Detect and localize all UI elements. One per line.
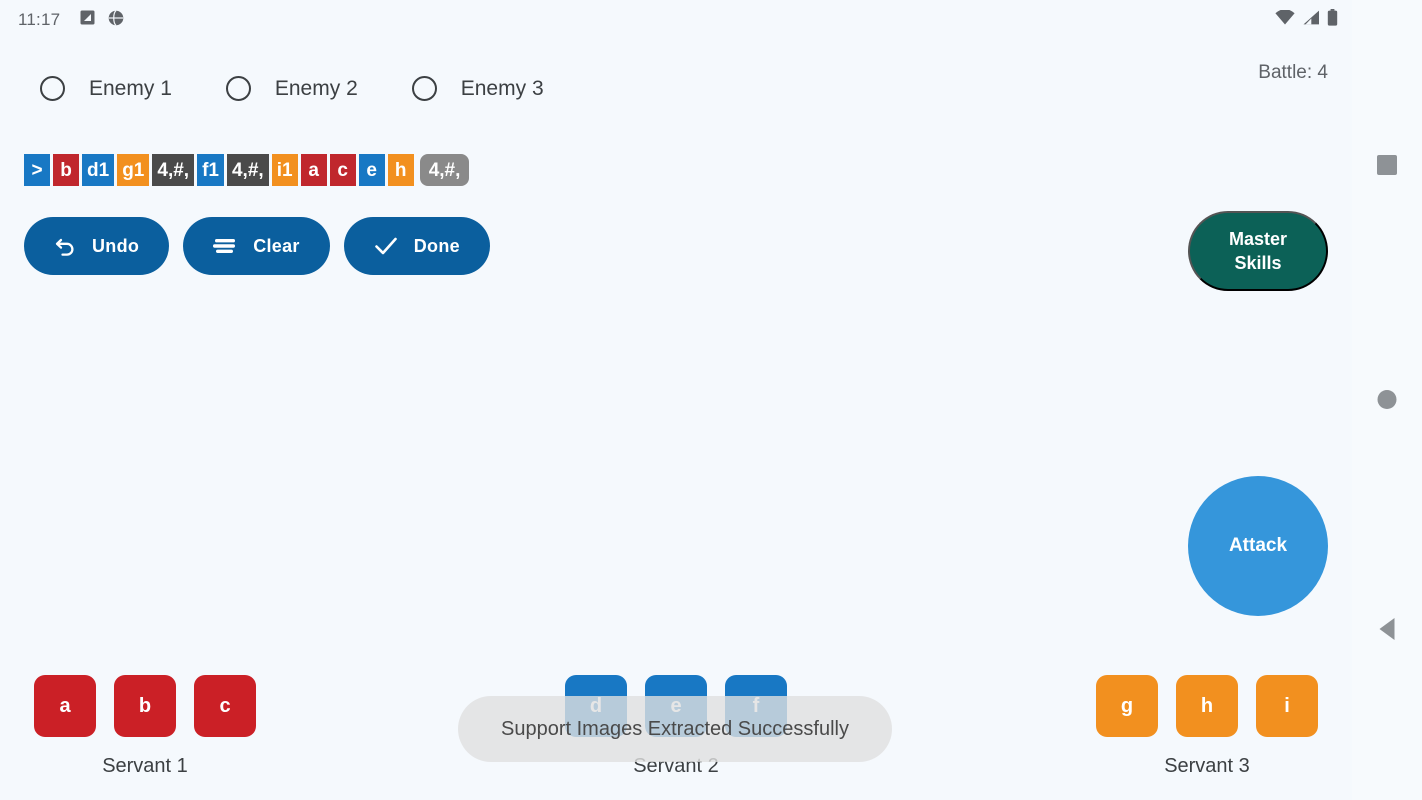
status-bar: 11:17	[0, 0, 1352, 40]
command-token[interactable]: g1	[117, 154, 150, 186]
command-token[interactable]: >	[24, 154, 50, 186]
servant-name-label: Servant 1	[102, 755, 188, 777]
toast-notification: Support Images Extracted Successfully	[458, 696, 892, 762]
enemy-label-1: Enemy 1	[89, 76, 172, 100]
cellular-signal-icon	[1302, 10, 1320, 30]
undo-icon	[54, 235, 76, 257]
attack-button-label: Attack	[1228, 535, 1288, 556]
command-card[interactable]: a	[34, 675, 96, 737]
enemy-option-2[interactable]: Enemy 2	[225, 76, 358, 101]
command-card[interactable]: h	[1176, 675, 1238, 737]
enemy-label-2: Enemy 2	[274, 76, 358, 100]
servant-card-row: abc	[34, 675, 256, 737]
master-skills-line-1: Master	[1228, 228, 1288, 249]
clear-button[interactable]: Clear	[183, 217, 330, 275]
enemy-label-3: Enemy 3	[460, 76, 544, 100]
enemy-option-3[interactable]: Enemy 3	[411, 76, 544, 101]
system-navigation-rail	[1352, 0, 1422, 800]
wifi-icon	[1275, 9, 1295, 30]
command-token[interactable]: f1	[197, 154, 224, 186]
enemy-option-1[interactable]: Enemy 1	[40, 76, 172, 101]
home-circle-icon[interactable]	[1377, 390, 1397, 409]
command-token[interactable]: h	[387, 154, 414, 186]
recents-square-icon[interactable]	[1377, 155, 1397, 175]
command-card[interactable]: c	[194, 675, 256, 737]
done-button[interactable]: Done	[343, 217, 490, 275]
battle-counter: Battle: 4	[1258, 62, 1328, 83]
undo-button[interactable]: Undo	[24, 217, 170, 275]
servant-group: g h i Servant 3	[1096, 675, 1318, 778]
servant-card-row: ghi	[1096, 675, 1318, 737]
enemy-selector: Enemy 1 Enemy 2 Enemy 3	[40, 76, 598, 101]
command-card[interactable]: g	[1096, 675, 1158, 737]
servant-group: a b c Servant 1	[34, 675, 256, 778]
command-token[interactable]: e	[358, 154, 385, 186]
back-triangle-icon[interactable]	[1379, 618, 1395, 640]
globe-icon	[108, 9, 124, 31]
command-card[interactable]: i	[1256, 675, 1318, 737]
command-token[interactable]: b	[53, 154, 79, 186]
attack-button[interactable]: Attack	[1188, 476, 1328, 616]
status-bar-notification-icons	[80, 9, 124, 31]
action-button-row: Undo Clear Done	[24, 217, 504, 275]
done-button-label: Done	[413, 235, 460, 256]
command-token-selected[interactable]: 4,#,	[419, 154, 470, 186]
clear-lines-icon	[213, 237, 237, 255]
command-token[interactable]: c	[329, 154, 356, 186]
command-token-list: > b d1 g1 4,#, f1 4,#, i1 a c e h 4,#,	[24, 154, 472, 186]
app-screen: 11:17 Enemy 1 Enemy 2 Enemy 3 Battle: 4 …	[0, 0, 1422, 800]
command-token[interactable]: 4,#,	[152, 154, 195, 186]
screenshot-icon	[80, 10, 95, 30]
master-skills-button[interactable]: Master Skills	[1188, 211, 1328, 291]
command-token[interactable]: d1	[82, 154, 115, 186]
checkmark-icon	[374, 236, 398, 256]
enemy-radio-1[interactable]	[40, 76, 65, 101]
battery-icon	[1327, 9, 1338, 31]
master-skills-line-2: Skills	[1234, 253, 1282, 273]
status-bar-clock: 11:17	[18, 10, 61, 29]
enemy-radio-2[interactable]	[225, 76, 251, 101]
command-card[interactable]: b	[114, 675, 176, 737]
servant-name-label: Servant 3	[1164, 755, 1250, 777]
command-token[interactable]: 4,#,	[226, 154, 269, 186]
command-token[interactable]: i1	[271, 154, 298, 186]
undo-button-label: Undo	[92, 235, 140, 256]
toast-message: Support Images Extracted Successfully	[501, 717, 849, 740]
enemy-radio-3[interactable]	[411, 76, 437, 101]
status-bar-system-icons	[1275, 9, 1338, 31]
command-token[interactable]: a	[300, 154, 327, 186]
clear-button-label: Clear	[253, 235, 300, 256]
